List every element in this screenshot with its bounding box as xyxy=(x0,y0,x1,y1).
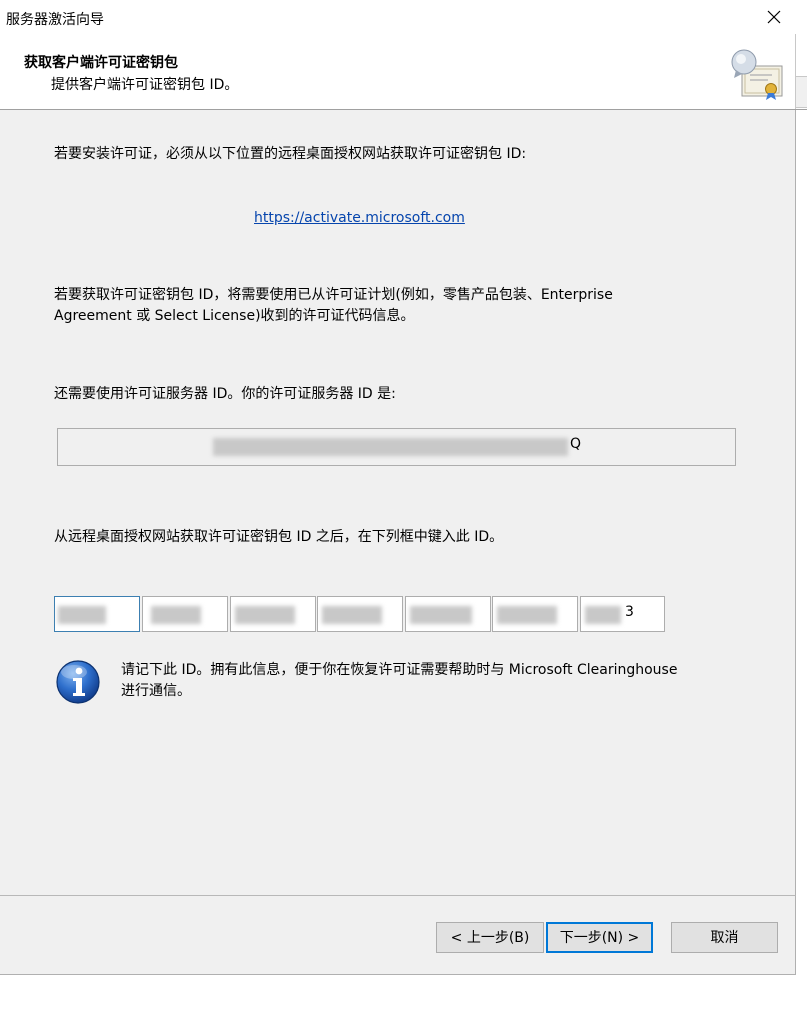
redacted-server-id xyxy=(213,438,568,456)
title-bar: 服务器激活向导 xyxy=(0,0,795,34)
redacted-key-4 xyxy=(322,606,382,624)
next-button[interactable]: 下一步(N) > xyxy=(546,922,653,953)
key-field-3[interactable] xyxy=(230,596,316,632)
page-title: 获取客户端许可证密钥包 xyxy=(24,55,178,71)
enter-id-label: 从远程桌面授权网站获取许可证密钥包 ID 之后，在下列框中键入此 ID。 xyxy=(54,529,504,545)
page-subtitle: 提供客户端许可证密钥包 ID。 xyxy=(51,77,239,93)
back-button[interactable]: < 上一步(B) xyxy=(436,922,544,953)
window-edge-stub xyxy=(796,76,807,108)
key-field-4[interactable] xyxy=(317,596,403,632)
redacted-key-1 xyxy=(58,606,106,624)
info-icon xyxy=(56,660,100,704)
wizard-footer: < 上一步(B) 下一步(N) > 取消 xyxy=(0,895,796,975)
info-text-line2: 进行通信。 xyxy=(121,683,191,699)
server-id-value: Q xyxy=(570,436,582,452)
program-text-line2: Agreement 或 Select License)收到的许可证代码信息。 xyxy=(54,308,415,324)
intro-text: 若要安装许可证，必须从以下位置的远程桌面授权网站获取许可证密钥包 ID: xyxy=(54,146,527,162)
redacted-key-6 xyxy=(497,606,557,624)
key-field-2[interactable] xyxy=(142,596,228,632)
key-field-5[interactable] xyxy=(405,596,491,632)
close-button[interactable] xyxy=(758,4,790,30)
key-field-6[interactable] xyxy=(492,596,578,632)
key-field-1[interactable] xyxy=(54,596,140,632)
redacted-key-5 xyxy=(410,606,472,624)
server-id-label: 还需要使用许可证服务器 ID。你的许可证服务器 ID 是: xyxy=(54,386,396,402)
redacted-key-2 xyxy=(151,606,201,624)
activation-link[interactable]: https://activate.microsoft.com xyxy=(254,208,465,229)
key-field-7-value: 3 xyxy=(625,604,634,620)
program-text-line1: 若要获取许可证密钥包 ID，将需要使用已从许可证计划(例如，零售产品包装、Ent… xyxy=(54,287,613,303)
redacted-key-3 xyxy=(235,606,295,624)
cancel-button[interactable]: 取消 xyxy=(671,922,778,953)
content-panel: 若要安装许可证，必须从以下位置的远程桌面授权网站获取许可证密钥包 ID: htt… xyxy=(0,110,796,895)
key-field-7[interactable]: 3 xyxy=(580,596,665,632)
redacted-key-7 xyxy=(585,606,621,624)
wizard-header: 获取客户端许可证密钥包 提供客户端许可证密钥包 ID。 xyxy=(0,34,795,110)
info-text-line1: 请记下此 ID。拥有此信息，便于你在恢复许可证需要帮助时与 Microsoft … xyxy=(121,662,678,678)
window-title: 服务器激活向导 xyxy=(6,12,104,28)
close-icon xyxy=(767,10,781,24)
certificate-icon xyxy=(731,49,783,100)
server-id-field[interactable]: Q xyxy=(57,428,736,466)
